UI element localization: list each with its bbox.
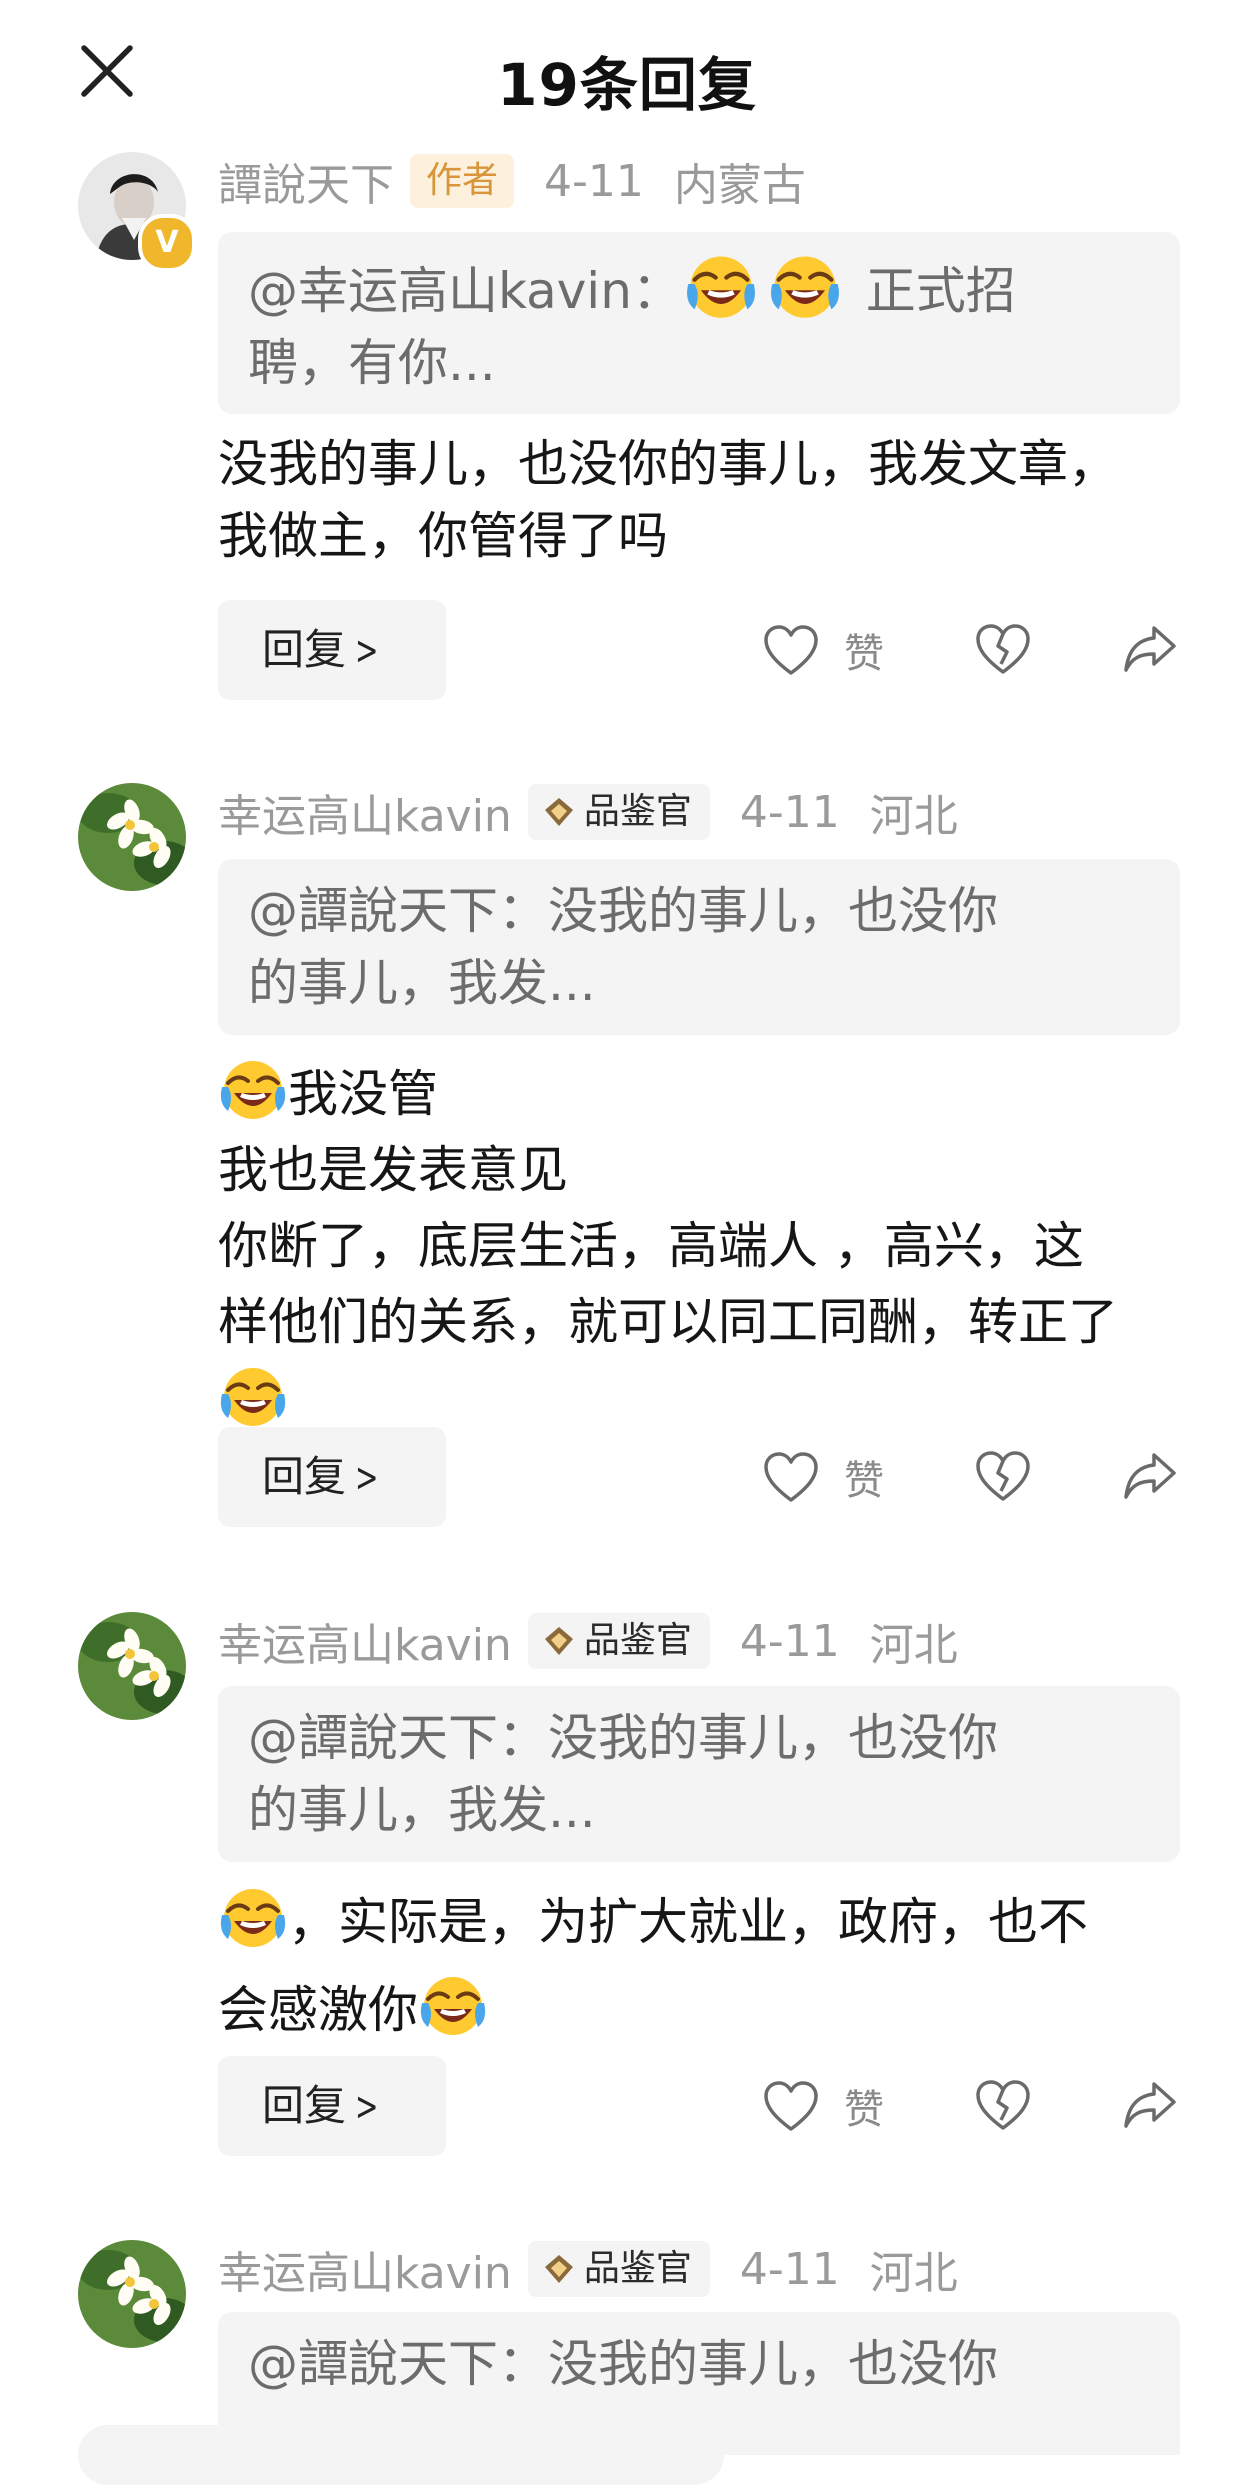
comment-location: 内蒙古 [673,160,806,211]
reply-label: 回复 [262,1452,347,1501]
header-bar: 19条回复 [0,0,1254,140]
quote-text: @譚說天下：没我的事儿，也没你 [248,882,998,940]
reply-label: 回复 [262,2081,347,2130]
comment-item: 幸运高山kavin 品鉴官 4-11 河北 @譚說天下：没我的事儿，也没你 的事… [0,1612,1254,2172]
comment-text: 样他们的关系，就可以同工同酬，转正了 [218,1293,1118,1351]
heart-icon [762,2079,820,2133]
comment-body: 没我的事儿，也没你的事儿，我发文章， 我做主，你管得了吗 [218,428,1198,572]
comment-actions: 回复 > 赞 [0,1427,1254,1527]
quote-text: 正式招 [865,262,1016,320]
laughing-crying-emoji-icon [218,1360,288,1430]
dislike-button[interactable] [974,620,1032,678]
comment-location: 河北 [869,2248,958,2299]
diamond-badge-icon [544,1627,573,1655]
laughing-crying-emoji-icon [418,1969,488,2039]
comment-text: 我也是发表意见 [218,1141,568,1199]
dislike-button[interactable] [974,1447,1032,1505]
laughing-crying-emoji-icon [684,248,764,322]
chevron-right-icon: > [355,1455,379,1501]
comment-text: 我没管 [288,1065,438,1123]
critic-tag: 品鉴官 [527,1613,710,1669]
like-label: 赞 [844,2087,884,2133]
like-button[interactable]: 赞 [762,1441,884,1513]
share-icon [1120,1445,1180,1505]
broken-heart-icon [974,1447,1032,1505]
comment-location: 河北 [869,791,958,842]
comment-actions: 回复 > 赞 [0,2056,1254,2156]
comment-item: 幸运高山kavin 品鉴官 4-11 河北 @譚說天下：没我的事儿，也没你 [0,2240,1254,2455]
diamond-badge-icon [544,798,573,826]
share-button[interactable] [1120,1445,1180,1505]
quoted-comment[interactable]: @譚說天下：没我的事儿，也没你 的事儿，我发... [218,859,1180,1035]
chevron-right-icon: > [355,2084,379,2130]
laughing-crying-emoji-icon [218,1053,288,1123]
comment-text: 我做主，你管得了吗 [218,507,668,565]
reply-label: 回复 [262,625,347,674]
avatar[interactable] [78,2240,186,2348]
share-icon [1120,2074,1180,2134]
critic-tag-label: 品鉴官 [583,2248,692,2289]
diamond-badge-icon [544,2255,573,2283]
like-label: 赞 [844,1458,884,1504]
comment-item: V 譚說天下 作者 4-11 内蒙古 @幸运高山kavin： 正式招 聘，有你.… [0,152,1254,712]
quote-text: @譚說天下：没我的事儿，也没你 [248,2335,998,2393]
comment-input-bar[interactable] [78,2425,724,2485]
critic-tag-label: 品鉴官 [583,1620,692,1661]
broken-heart-icon [974,2076,1032,2134]
share-button[interactable] [1120,618,1180,678]
quote-text: @幸运高山kavin： [248,262,682,320]
reply-button[interactable]: 回复 > [218,1427,446,1527]
critic-tag-label: 品鉴官 [583,791,692,832]
comment-text: 会感激你 [218,1981,418,2039]
heart-icon [762,623,820,677]
comment-date: 4-11 [739,786,840,838]
avatar[interactable] [78,1612,186,1720]
quote-text: @譚說天下：没我的事儿，也没你 [248,1709,998,1767]
comment-item: 幸运高山kavin 品鉴官 4-11 河北 @譚說天下：没我的事儿，也没你 的事… [0,783,1254,1543]
reply-button[interactable]: 回复 > [218,600,446,700]
comment-text: 没我的事儿，也没你的事儿，我发文章， [218,435,1118,493]
reply-button[interactable]: 回复 > [218,2056,446,2156]
author-name[interactable]: 譚說天下 [218,149,394,213]
critic-tag: 品鉴官 [527,2241,710,2297]
author-tag: 作者 [410,154,515,208]
comment-location: 河北 [869,1620,958,1671]
comment-meta: 幸运高山kavin 品鉴官 4-11 河北 [218,2240,958,2301]
page-title: 19条回复 [497,51,757,119]
comment-body: ，实际是，为扩大就业，政府，也不 会感激你 [218,1878,1198,2054]
laughing-crying-emoji-icon [768,248,848,322]
author-name[interactable]: 幸运高山kavin [218,1609,512,1673]
comment-meta: 幸运高山kavin 品鉴官 4-11 河北 [218,1609,958,1673]
share-icon [1120,618,1180,678]
comment-actions: 回复 > 赞 [0,600,1254,700]
avatar[interactable] [78,783,186,891]
quoted-comment[interactable]: @譚說天下：没我的事儿，也没你 的事儿，我发... [218,1686,1180,1862]
comment-date: 4-11 [739,1615,840,1667]
like-button[interactable]: 赞 [762,614,884,686]
comment-date: 4-11 [739,2243,840,2295]
author-name[interactable]: 幸运高山kavin [218,780,512,844]
like-label: 赞 [844,631,884,677]
comment-date: 4-11 [544,155,644,207]
laughing-crying-emoji-icon [218,1881,288,1951]
comment-text: 你断了，底层生活，高端人 ，高兴，这 [218,1217,1084,1275]
broken-heart-icon [974,620,1032,678]
like-button[interactable]: 赞 [762,2070,884,2142]
quoted-comment[interactable]: @幸运高山kavin： 正式招 聘，有你... [218,232,1180,414]
comment-meta: 幸运高山kavin 品鉴官 4-11 河北 [218,780,958,844]
quote-text: 的事儿，我发... [248,1781,596,1839]
comment-text: ，实际是，为扩大就业，政府，也不 [288,1893,1088,1951]
critic-tag: 品鉴官 [527,784,710,840]
author-name[interactable]: 幸运高山kavin [218,2240,512,2301]
dislike-button[interactable] [974,2076,1032,2134]
quote-text: 的事儿，我发... [248,954,596,1012]
verified-v-icon: V [138,214,196,272]
comment-body: 我没管 我也是发表意见 你断了，底层生活，高端人 ，高兴，这 样他们的关系，就可… [218,1053,1198,1439]
share-button[interactable] [1120,2074,1180,2134]
comment-meta: 譚說天下 作者 4-11 内蒙古 [218,149,806,213]
quote-text: 聘，有你... [248,334,496,392]
heart-icon [762,1450,820,1504]
chevron-right-icon: > [355,628,379,674]
